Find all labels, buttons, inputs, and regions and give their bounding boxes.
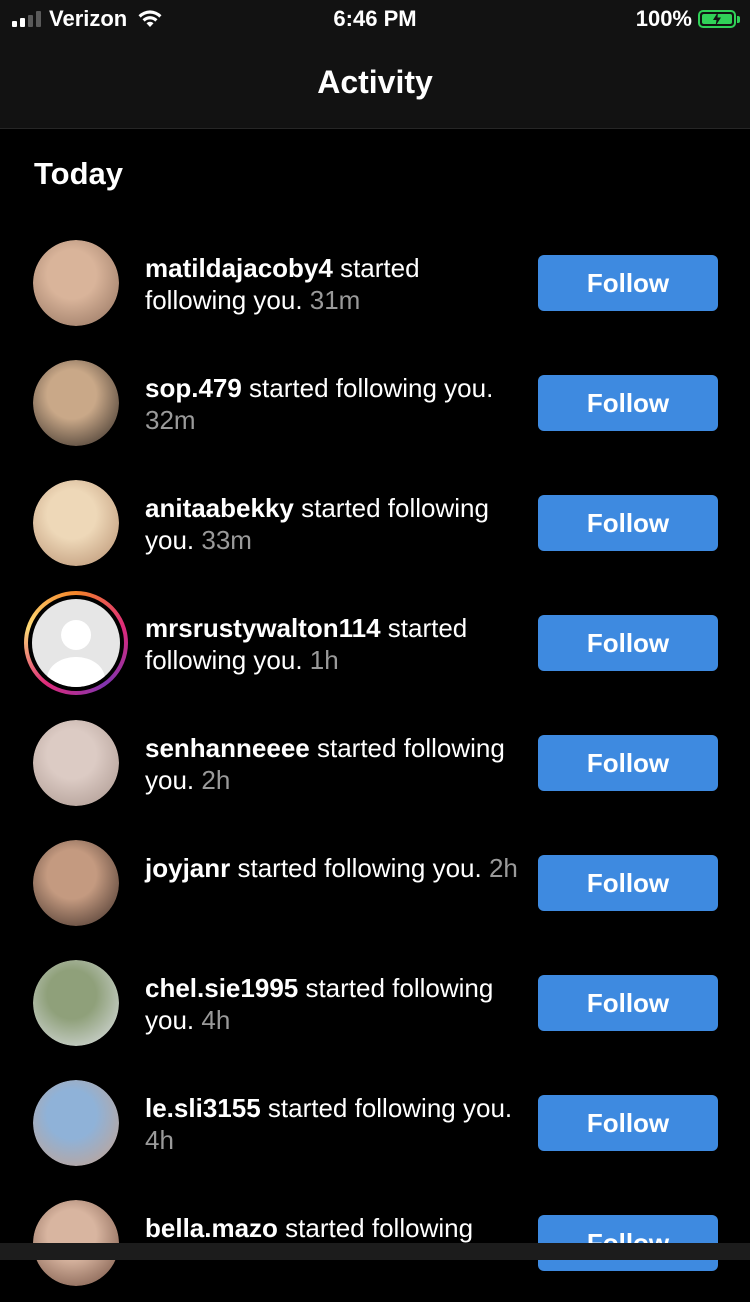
username[interactable]: anitaabekky bbox=[145, 493, 294, 523]
timestamp: 2h bbox=[488, 853, 518, 883]
timestamp: 4h bbox=[201, 1005, 231, 1035]
activity-list: matildajacoby4 started following you. 31… bbox=[0, 222, 750, 1302]
follow-button[interactable]: Follow bbox=[538, 975, 718, 1031]
activity-row[interactable]: senhanneeee started following you. 2h Fol… bbox=[0, 702, 750, 822]
activity-text: mrsrustywalton114 started following you.… bbox=[145, 612, 520, 676]
activity-row[interactable]: joyjanr started following you. 2h Follow bbox=[0, 822, 750, 942]
timestamp: 2h bbox=[201, 765, 231, 795]
charging-bolt-icon bbox=[713, 12, 721, 26]
avatar[interactable] bbox=[33, 720, 119, 806]
follow-button[interactable]: Follow bbox=[538, 1095, 718, 1151]
username[interactable]: mrsrustywalton114 bbox=[145, 613, 381, 643]
activity-text: le.sli3155 started following you. 4h bbox=[145, 1092, 520, 1156]
avatar[interactable] bbox=[24, 591, 128, 695]
timestamp: 4h bbox=[145, 1125, 174, 1155]
activity-row[interactable]: anitaabekky started following you. 33m Fo… bbox=[0, 462, 750, 582]
timestamp: 1h bbox=[309, 645, 339, 675]
activity-row[interactable]: matildajacoby4 started following you. 31… bbox=[0, 222, 750, 342]
activity-text: chel.sie1995 started following you. 4h bbox=[145, 972, 520, 1036]
avatar[interactable] bbox=[33, 960, 119, 1046]
avatar[interactable] bbox=[33, 360, 119, 446]
bottom-bar bbox=[0, 1243, 750, 1260]
activity-row[interactable]: chel.sie1995 started following you. 4h Fo… bbox=[0, 942, 750, 1062]
action-text: started following bbox=[277, 1213, 474, 1243]
timestamp: 31m bbox=[309, 285, 361, 315]
activity-text: anitaabekky started following you. 33m bbox=[145, 492, 520, 556]
activity-text: sop.479 started following you. 32m bbox=[145, 372, 520, 436]
page-title: Activity bbox=[317, 64, 433, 100]
avatar[interactable] bbox=[33, 480, 119, 566]
avatar[interactable] bbox=[33, 1080, 119, 1166]
timestamp: 33m bbox=[201, 525, 252, 555]
timestamp: 32m bbox=[145, 405, 196, 435]
activity-row[interactable]: le.sli3155 started following you. 4h Foll… bbox=[0, 1062, 750, 1182]
section-title-today: Today bbox=[34, 156, 123, 191]
activity-row[interactable]: bella.mazo started followingFollow bbox=[0, 1182, 750, 1302]
follow-button[interactable]: Follow bbox=[538, 735, 718, 791]
activity-text: bella.mazo started following bbox=[145, 1212, 520, 1244]
username[interactable]: sop.479 bbox=[145, 373, 242, 403]
status-right: 100% bbox=[635, 6, 740, 32]
follow-button[interactable]: Follow bbox=[538, 855, 718, 911]
follow-button[interactable]: Follow bbox=[538, 375, 718, 431]
username[interactable]: bella.mazo bbox=[145, 1213, 278, 1243]
username[interactable]: chel.sie1995 bbox=[145, 973, 298, 1003]
nav-header: Activity bbox=[0, 40, 750, 129]
username[interactable]: joyjanr bbox=[145, 853, 230, 883]
action-text: started following you. bbox=[260, 1093, 513, 1123]
avatar[interactable] bbox=[33, 840, 119, 926]
follow-button[interactable]: Follow bbox=[538, 255, 718, 311]
battery-percent: 100% bbox=[635, 6, 692, 31]
status-bar: Verizon 6:46 PM 100% bbox=[0, 0, 750, 40]
action-text: started following you. bbox=[230, 853, 489, 883]
username[interactable]: matildajacoby4 bbox=[145, 253, 333, 283]
action-text: started following you. bbox=[241, 373, 494, 403]
username[interactable]: senhanneeee bbox=[145, 733, 310, 763]
activity-text: matildajacoby4 started following you. 31… bbox=[145, 252, 520, 316]
activity-text: joyjanr started following you. 2h bbox=[145, 852, 520, 884]
activity-row[interactable]: mrsrustywalton114 started following you.… bbox=[0, 582, 750, 702]
battery-icon bbox=[698, 10, 740, 28]
activity-row[interactable]: sop.479 started following you. 32m Follow bbox=[0, 342, 750, 462]
follow-button[interactable]: Follow bbox=[538, 495, 718, 551]
username[interactable]: le.sli3155 bbox=[145, 1093, 261, 1123]
avatar[interactable] bbox=[33, 240, 119, 326]
follow-button[interactable]: Follow bbox=[538, 615, 718, 671]
activity-text: senhanneeee started following you. 2h bbox=[145, 732, 520, 796]
